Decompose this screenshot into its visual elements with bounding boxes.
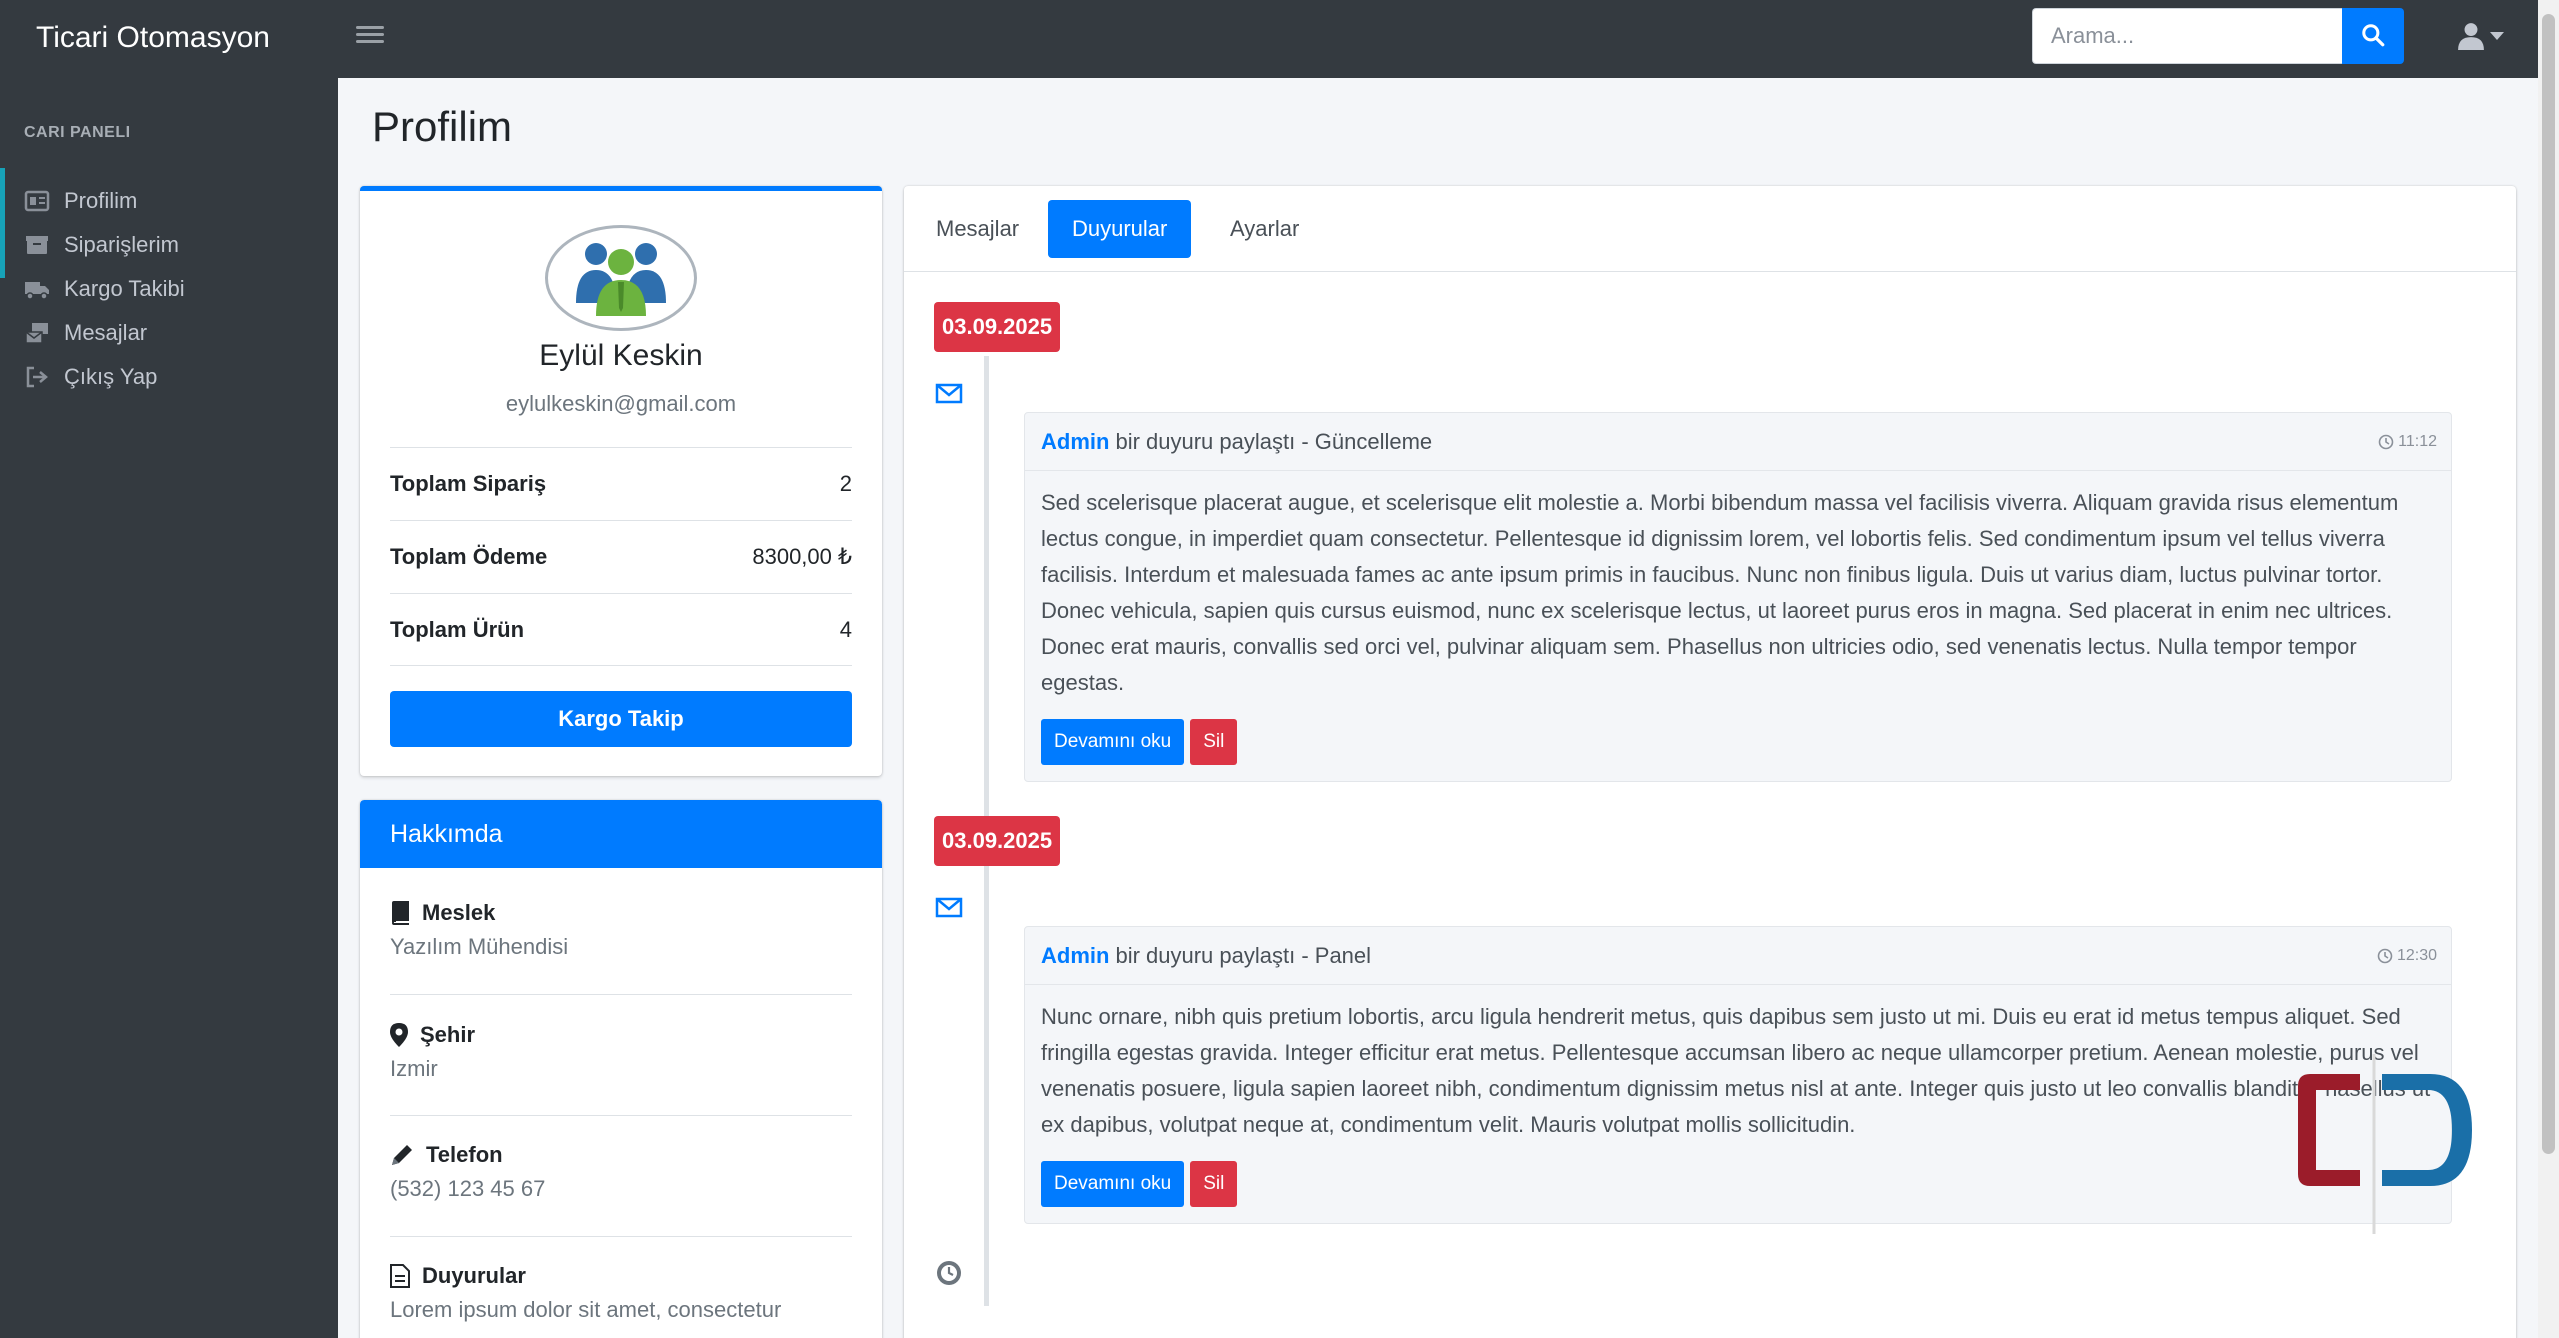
stat-label: Toplam Ürün	[390, 616, 525, 642]
timeline-item-actions: Devamını oku Sil	[1025, 1153, 2451, 1223]
page-scrollbar[interactable]	[2538, 0, 2559, 1338]
pencil-icon	[392, 1145, 412, 1165]
avatar	[545, 225, 697, 331]
caret-down-icon	[2490, 32, 2504, 40]
search-button[interactable]	[2342, 8, 2404, 64]
truck-icon	[25, 282, 49, 300]
read-more-button[interactable]: Devamını oku	[1041, 1161, 1185, 1207]
about-title: Hakkımda	[360, 800, 882, 868]
mail-bulk-icon	[25, 323, 48, 344]
author-link[interactable]: Admin	[1041, 943, 1109, 968]
timeline-item-body: Sed scelerisque placerat augue, et scele…	[1041, 490, 2399, 695]
divider	[390, 994, 852, 995]
envelope-icon	[935, 897, 963, 918]
watermark-logo	[2298, 1054, 2472, 1234]
about-value: Yazılım Mühendisi	[390, 934, 569, 959]
sidebar-item-cikis-yap[interactable]: Çıkış Yap	[0, 344, 338, 410]
envelope-icon	[935, 383, 963, 404]
stat-row-total-orders: Toplam Sipariş 2	[390, 447, 852, 520]
profile-card: Eylül Keskin eylulkeskin@gmail.com Topla…	[360, 186, 882, 776]
stat-label: Toplam Ödeme	[390, 544, 548, 569]
brand-title[interactable]: Ticari Otomasyon	[36, 18, 270, 58]
clock-end-icon	[937, 1261, 961, 1285]
sidebar-item-label: Profilim	[64, 188, 138, 213]
sidebar-item-label: Siparişlerim	[64, 232, 179, 257]
stat-row-total-payment: Toplam Ödeme 8300,00 ₺	[390, 520, 852, 593]
timeline-action-text: bir duyuru paylaştı - Güncelleme	[1115, 428, 1433, 454]
box-icon	[26, 236, 48, 254]
sidebar: CARI PANELI Profilim Siparişlerim Kargo …	[0, 78, 338, 1338]
user-menu-toggle[interactable]	[2450, 20, 2510, 56]
stat-row-total-products: Toplam Ürün 4	[390, 593, 852, 666]
delete-button[interactable]: Sil	[1190, 1161, 1238, 1207]
search-input[interactable]	[2032, 8, 2342, 64]
file-text-icon	[390, 1264, 410, 1288]
timeline-date-badge: 03.09.2025	[934, 302, 1061, 352]
scrollbar-thumb[interactable]	[2542, 14, 2555, 1154]
timeline-item-header: Admin bir duyuru paylaştı - Güncelleme 11…	[1025, 413, 2451, 471]
id-card-icon	[24, 190, 50, 212]
timeline-time: 12:30	[2377, 947, 2437, 965]
sidebar-item-label: Mesajlar	[64, 320, 148, 345]
user-icon	[2458, 23, 2484, 50]
timeline-item: Admin bir duyuru paylaştı - Panel 12:30 N…	[1024, 926, 2452, 1224]
about-value: (532) 123 45 67	[390, 1176, 546, 1201]
timeline-action-text: bir duyuru paylaştı - Panel	[1115, 942, 1372, 968]
author-link[interactable]: Admin	[1041, 429, 1109, 454]
tab-ayarlar[interactable]: Ayarlar	[1206, 200, 1323, 258]
menu-toggle-icon[interactable]	[356, 22, 384, 50]
about-value: Lorem ipsum dolor sit amet, consectetur	[390, 1297, 782, 1322]
clock-icon	[2377, 948, 2393, 963]
tab-duyurular[interactable]: Duyurular	[1048, 200, 1192, 258]
timeline-date-badge: 03.09.2025	[934, 816, 1061, 866]
timeline-time: 11:12	[2378, 433, 2437, 451]
search-icon	[2362, 23, 2385, 46]
tab-mesajlar[interactable]: Mesajlar	[912, 200, 1043, 258]
delete-button[interactable]: Sil	[1190, 719, 1238, 765]
about-item-sehir: Şehir Izmir	[390, 1022, 852, 1082]
divider	[390, 1115, 852, 1116]
divider	[390, 1236, 852, 1237]
clock-icon	[2378, 434, 2394, 449]
users-group-icon	[576, 243, 666, 316]
about-item-telefon: Telefon (532) 123 45 67	[390, 1142, 852, 1202]
tabs-bar: Mesajlar Duyurular Ayarlar	[904, 186, 2516, 272]
top-navbar: Ticari Otomasyon	[0, 0, 2559, 78]
kargo-takip-button[interactable]: Kargo Takip	[390, 691, 852, 747]
page-title: Profilim	[372, 103, 513, 150]
stat-label: Toplam Sipariş	[390, 471, 547, 496]
stat-value: 8300,00 ₺	[752, 544, 852, 569]
sign-out-icon	[26, 366, 48, 388]
timeline-card: Mesajlar Duyurular Ayarlar 03.09.2025 Ad…	[904, 186, 2516, 1338]
about-value: Izmir	[390, 1056, 438, 1081]
book-icon	[392, 901, 409, 925]
sidebar-item-label: Çıkış Yap	[64, 364, 158, 389]
profile-email: eylulkeskin@gmail.com	[505, 391, 737, 416]
about-card: Hakkımda Meslek Yazılım Mühendisi Şehir …	[360, 800, 882, 1338]
profile-name: Eylül Keskin	[539, 339, 703, 372]
sidebar-item-label: Kargo Takibi	[64, 276, 185, 301]
read-more-button[interactable]: Devamını oku	[1041, 719, 1185, 765]
about-item-meslek: Meslek Yazılım Mühendisi	[390, 900, 852, 960]
about-item-duyurular: Duyurular Lorem ipsum dolor sit amet, co…	[390, 1263, 852, 1323]
sidebar-header: CARI PANELI	[24, 124, 131, 141]
timeline-item-actions: Devamını oku Sil	[1025, 711, 2451, 781]
timeline-item: Admin bir duyuru paylaştı - Güncelleme 11…	[1024, 412, 2452, 782]
stat-value: 4	[839, 616, 852, 642]
map-marker-icon	[390, 1023, 408, 1047]
stat-value: 2	[839, 471, 852, 496]
timeline-item-header: Admin bir duyuru paylaştı - Panel 12:30	[1025, 927, 2451, 985]
timeline-item-body: Nunc ornare, nibh quis pretium lobortis,…	[1041, 1004, 2431, 1137]
